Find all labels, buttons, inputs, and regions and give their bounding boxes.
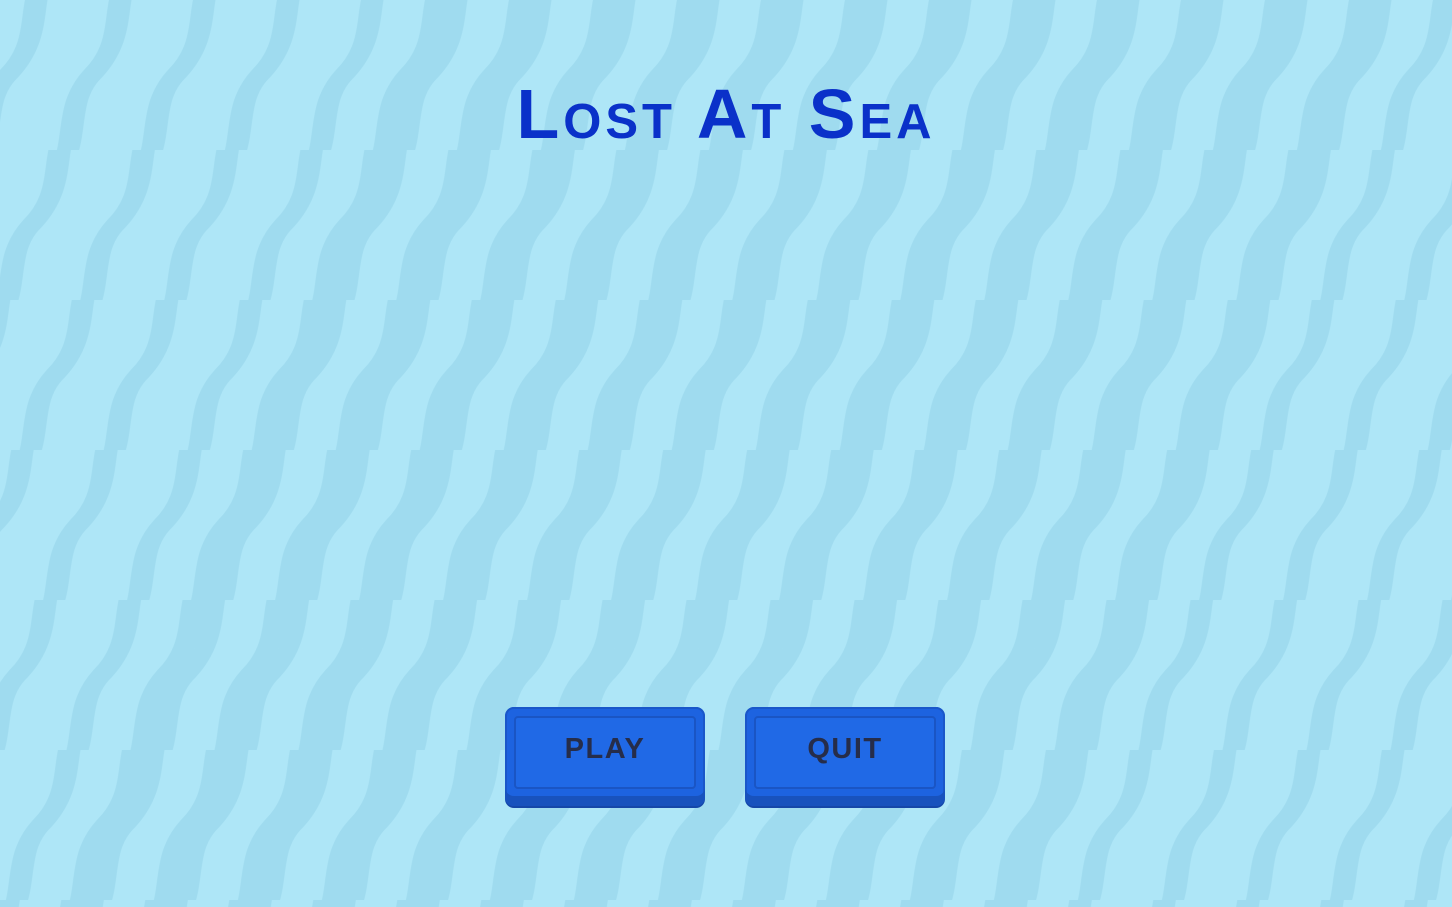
quit-button[interactable]: QUIT	[745, 707, 945, 806]
play-button[interactable]: PLAY	[505, 707, 705, 806]
play-button-label: PLAY	[564, 733, 646, 765]
game-title: Lost At Sea	[516, 75, 936, 153]
quit-button-label: QUIT	[807, 733, 883, 765]
